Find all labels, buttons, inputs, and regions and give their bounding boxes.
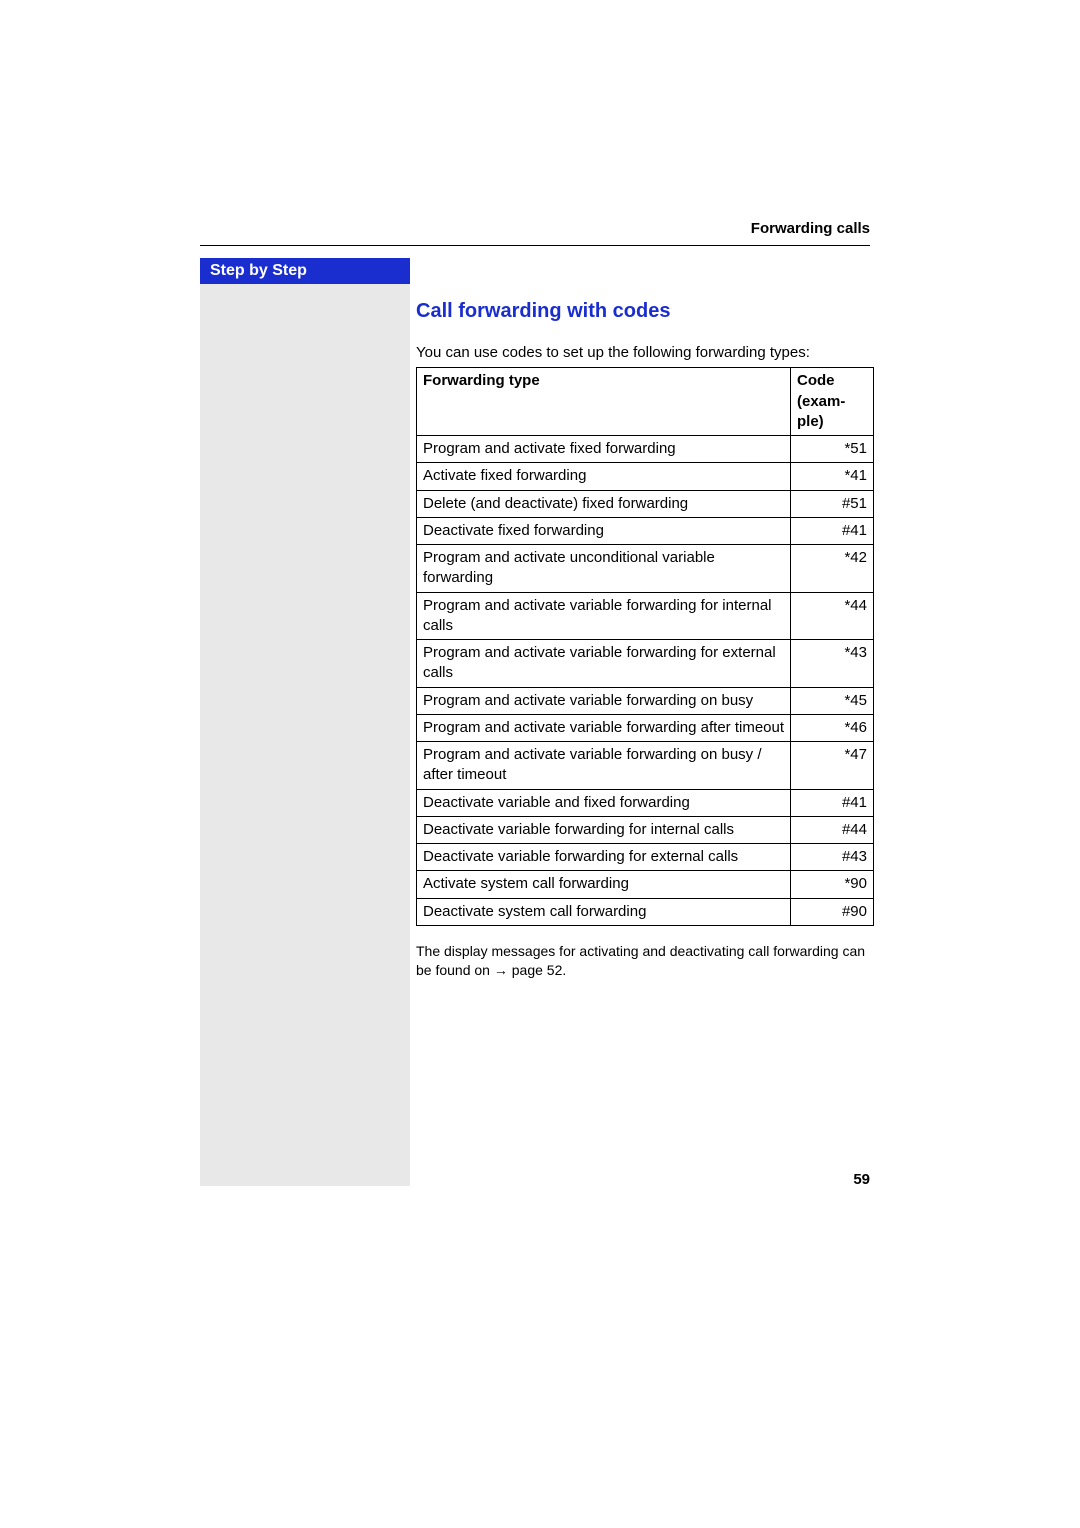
- col-header-code: Code (exam-ple): [791, 368, 874, 436]
- header-rule: [200, 245, 870, 246]
- cell-type: Program and activate variable forwarding…: [417, 640, 791, 688]
- cell-type: Activate system call forwarding: [417, 871, 791, 898]
- cell-type: Program and activate variable forwarding…: [417, 687, 791, 714]
- cell-code: #44: [791, 816, 874, 843]
- cell-type: Deactivate variable and fixed forwarding: [417, 789, 791, 816]
- sidebar: Step by Step: [200, 258, 410, 1186]
- cell-code: *42: [791, 545, 874, 593]
- cell-code: *90: [791, 871, 874, 898]
- table-row: Deactivate variable forwarding for exter…: [417, 844, 874, 871]
- cell-code: *45: [791, 687, 874, 714]
- page-header: Forwarding calls: [200, 220, 870, 246]
- cell-code: *41: [791, 463, 874, 490]
- section-title: Call forwarding with codes: [416, 298, 874, 325]
- sidebar-label: Step by Step: [200, 258, 410, 284]
- cell-code: *47: [791, 742, 874, 790]
- cell-code: *44: [791, 592, 874, 640]
- table-row: Deactivate system call forwarding #90: [417, 898, 874, 925]
- cell-type: Deactivate system call forwarding: [417, 898, 791, 925]
- page-reference-link[interactable]: → page 52.: [494, 962, 566, 978]
- content-area: Call forwarding with codes You can use c…: [416, 258, 874, 980]
- cell-code: *51: [791, 436, 874, 463]
- table-header-row: Forwarding type Code (exam-ple): [417, 368, 874, 436]
- table-row: Activate system call forwarding *90: [417, 871, 874, 898]
- cell-code: #90: [791, 898, 874, 925]
- forwarding-codes-table: Forwarding type Code (exam-ple) Program …: [416, 367, 874, 926]
- col-header-type: Forwarding type: [417, 368, 791, 436]
- cell-type: Delete (and deactivate) fixed forwarding: [417, 490, 791, 517]
- table-row: Deactivate fixed forwarding #41: [417, 517, 874, 544]
- intro-text: You can use codes to set up the followin…: [416, 343, 874, 363]
- running-head: Forwarding calls: [200, 220, 870, 243]
- table-row: Deactivate variable and fixed forwarding…: [417, 789, 874, 816]
- page-number: 59: [853, 1171, 870, 1188]
- table-row: Activate fixed forwarding *41: [417, 463, 874, 490]
- cell-type: Deactivate variable forwarding for exter…: [417, 844, 791, 871]
- table-row: Program and activate variable forwarding…: [417, 687, 874, 714]
- cell-code: *43: [791, 640, 874, 688]
- cell-type: Program and activate variable forwarding…: [417, 592, 791, 640]
- cell-code: #41: [791, 517, 874, 544]
- cell-type: Program and activate variable forwarding…: [417, 714, 791, 741]
- cell-type: Deactivate variable forwarding for inter…: [417, 816, 791, 843]
- table-row: Deactivate variable forwarding for inter…: [417, 816, 874, 843]
- table-row: Program and activate unconditional varia…: [417, 545, 874, 593]
- cell-type: Program and activate unconditional varia…: [417, 545, 791, 593]
- cell-code: #43: [791, 844, 874, 871]
- cell-code: #51: [791, 490, 874, 517]
- footnote-text: The display messages for activating and …: [416, 943, 865, 978]
- cell-type: Deactivate fixed forwarding: [417, 517, 791, 544]
- cell-type: Program and activate fixed forwarding: [417, 436, 791, 463]
- cell-code: #41: [791, 789, 874, 816]
- cell-type: Program and activate variable forwarding…: [417, 742, 791, 790]
- table-row: Program and activate variable forwarding…: [417, 640, 874, 688]
- table-row: Program and activate variable forwarding…: [417, 742, 874, 790]
- footnote: The display messages for activating and …: [416, 942, 874, 980]
- table-row: Program and activate variable forwarding…: [417, 714, 874, 741]
- table-row: Program and activate variable forwarding…: [417, 592, 874, 640]
- cell-code: *46: [791, 714, 874, 741]
- cell-type: Activate fixed forwarding: [417, 463, 791, 490]
- document-page: Forwarding calls Step by Step Call forwa…: [0, 0, 1080, 1528]
- table-row: Delete (and deactivate) fixed forwarding…: [417, 490, 874, 517]
- table-row: Program and activate fixed forwarding *5…: [417, 436, 874, 463]
